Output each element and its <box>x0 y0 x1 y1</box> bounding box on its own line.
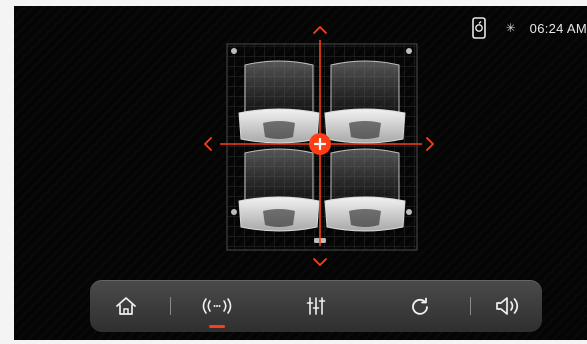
volume-icon <box>496 297 519 315</box>
speaker-rear-left <box>231 209 237 215</box>
fader-balance-panel[interactable] <box>14 6 587 286</box>
speaker-front-right <box>406 48 412 54</box>
front-right-seat <box>324 60 406 144</box>
front-left-seat <box>238 60 320 144</box>
arrow-right-icon[interactable] <box>426 137 434 151</box>
rear-right-seat <box>324 148 406 232</box>
rear-left-seat <box>238 148 320 232</box>
fader-balance-handle[interactable] <box>309 133 331 155</box>
equalizer-button[interactable] <box>286 284 346 328</box>
volume-button[interactable] <box>478 284 538 328</box>
home-button[interactable] <box>96 284 156 328</box>
reset-button[interactable] <box>390 284 450 328</box>
bottom-nav-bar <box>90 280 542 332</box>
active-tab-indicator <box>209 325 225 328</box>
reset-icon <box>412 297 428 315</box>
screen: ✳ 06:24 AM <box>14 6 587 340</box>
arrow-left-icon[interactable] <box>204 137 212 151</box>
arrow-down-icon[interactable] <box>313 258 327 266</box>
surround-sound-button[interactable] <box>187 284 247 328</box>
speaker-front-left <box>231 48 237 54</box>
nav-separator <box>170 297 171 315</box>
device-frame: ✳ 06:24 AM <box>0 0 587 344</box>
equalizer-icon <box>306 297 326 315</box>
speaker-rear-right <box>406 209 412 215</box>
home-icon <box>116 297 136 315</box>
nav-separator <box>470 297 471 315</box>
surround-sound-icon <box>202 298 232 314</box>
arrow-up-icon[interactable] <box>313 26 327 34</box>
